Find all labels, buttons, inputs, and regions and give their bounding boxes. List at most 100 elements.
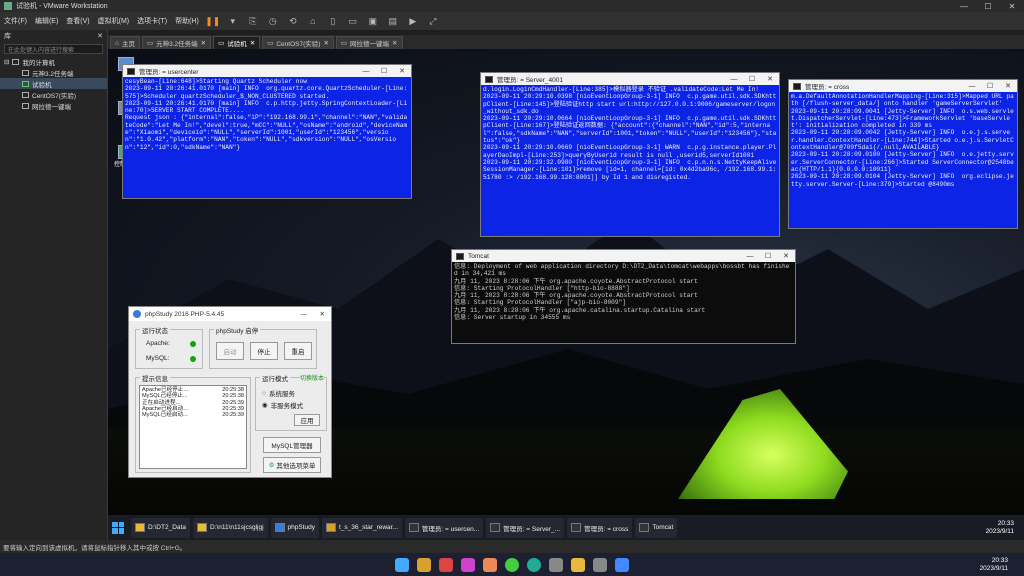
menu-help[interactable]: 帮助(H) (175, 16, 199, 26)
switch-version-link[interactable]: 切换版本 (299, 373, 324, 382)
console-titlebar[interactable]: 管理员: = Server_4001 — ☐ ✕ (481, 73, 779, 85)
minimize-button[interactable]: — (741, 250, 759, 262)
maximize-button[interactable]: ☐ (976, 0, 1000, 12)
windows-start-icon[interactable] (112, 521, 124, 534)
minimize-button[interactable]: — (952, 0, 976, 12)
thumbnail-icon[interactable]: ▭ (347, 15, 359, 27)
console-titlebar[interactable]: 管理员: = usercenter — ☐ ✕ (123, 65, 411, 77)
console-usercenter[interactable]: 管理员: = usercenter — ☐ ✕ cesyBean-[Line:648… (122, 64, 412, 199)
menu-tabs[interactable]: 选项卡(T) (137, 16, 167, 26)
restart-button[interactable]: 重启 (284, 342, 312, 360)
chrome-icon[interactable] (505, 557, 519, 572)
send-ctrl-alt-del-icon[interactable]: ⎘ (247, 15, 259, 27)
snapshot-icon[interactable]: ◷ (267, 15, 279, 27)
menu-vm[interactable]: 虚拟机(M) (98, 16, 130, 26)
taskbar-item-cross[interactable]: 管理员: = cross (567, 517, 633, 538)
taskbar-item-explorer1[interactable]: D:\DT2_Data (131, 517, 190, 538)
console-titlebar[interactable]: 管理员: = cross — ☐ ✕ (789, 80, 1017, 92)
close-icon[interactable]: ✕ (323, 39, 328, 47)
taskbar-item-explorer2[interactable]: D:\n11\n11sjcsgljgj (192, 517, 268, 538)
collapse-icon[interactable]: ⊟ (4, 58, 9, 66)
minimize-button[interactable]: — (357, 65, 375, 77)
close-button[interactable]: ✕ (393, 65, 411, 77)
fullscreen-icon[interactable]: ▣ (367, 15, 379, 27)
close-button[interactable]: ✕ (761, 73, 779, 85)
sidebar-item-vm1[interactable]: 元神3.2任务端 (0, 67, 107, 78)
maximize-button[interactable]: ☐ (375, 65, 393, 77)
console-server[interactable]: 管理员: = Server_4001 — ☐ ✕ d.login.LoginCmdH… (480, 72, 780, 237)
log-list[interactable]: Apache已经停止... 20:25:38 MySQL已经停止... 20:25:… (139, 385, 247, 469)
mode-nonservice-radio[interactable]: ◉ 非服务模式 (262, 400, 303, 410)
stretch-icon[interactable]: ⤢ (427, 15, 439, 27)
tab-vm1[interactable]: ▭ 元神3.2任务端 ✕ (141, 36, 212, 49)
guest-clock[interactable]: 20:33 2023/9/11 (986, 520, 1014, 535)
menu-edit[interactable]: 编辑(E) (35, 16, 58, 26)
minimize-button[interactable]: — (301, 311, 308, 318)
mysql-manager-button[interactable]: MySQL管理器 (263, 437, 321, 453)
tab-label: 主页 (121, 41, 135, 48)
app-icon[interactable] (461, 557, 475, 572)
edge-icon[interactable] (527, 557, 541, 572)
close-icon[interactable]: ✕ (97, 32, 103, 40)
mode-system-radio[interactable]: ○ 系统服务 (262, 388, 295, 399)
close-icon[interactable]: ✕ (250, 39, 255, 47)
maximize-button[interactable]: ☐ (759, 250, 777, 262)
minimize-button[interactable]: — (963, 80, 981, 92)
folder-icon[interactable] (571, 557, 585, 572)
sidebar-toggle-icon[interactable]: ▯ (327, 15, 339, 27)
dropdown-icon[interactable]: ▾ (227, 15, 239, 27)
guest-desktop[interactable]: 控制面板 管理员: = usercenter —☐✕ cesyBean-[Lin… (108, 49, 1024, 515)
stop-button[interactable]: 停止 (250, 342, 278, 360)
vm-icon: ▭ (340, 40, 348, 47)
vmware-logo-icon (4, 2, 12, 10)
close-icon[interactable]: ✕ (392, 39, 397, 47)
console-titlebar[interactable]: Tomcat — ☐ ✕ (452, 250, 795, 262)
radio-label: 系统服务 (268, 391, 295, 398)
unity-icon[interactable]: ▤ (387, 15, 399, 27)
phpstudy-titlebar[interactable]: phpStudy 2016 PHP-5.4.45 — ✕ (129, 307, 331, 321)
tab-home[interactable]: ⌂ 主页 (110, 36, 140, 49)
snapshot-restore-icon[interactable]: ⟲ (287, 15, 299, 27)
app-icon[interactable] (483, 557, 497, 572)
taskbar-item-phpstudy[interactable]: phpStudy (270, 517, 319, 538)
close-button[interactable]: ✕ (320, 310, 325, 318)
taskbar-item-server[interactable]: 管理员: = Server_... (486, 517, 565, 538)
search-icon[interactable] (417, 557, 431, 572)
taskbar-item-usercenter[interactable]: 管理员: = usercen... (404, 517, 484, 538)
close-icon[interactable]: ✕ (201, 39, 206, 47)
app-icon[interactable] (615, 557, 629, 572)
sidebar-item-vm3[interactable]: CentOS7(实验) (0, 89, 107, 100)
menu-view[interactable]: 查看(V) (66, 16, 89, 26)
cmd-icon (127, 67, 135, 75)
snapshot-manager-icon[interactable]: ⌂ (307, 15, 319, 27)
tab-vm4[interactable]: ▭ 网拉德一键端 ✕ (335, 36, 403, 49)
sidebar-item-vm2[interactable]: 试验机 (0, 78, 107, 89)
other-options-button[interactable]: ⚙ 其他选项菜单 (263, 457, 321, 473)
pause-icon[interactable]: ❚❚ (205, 15, 220, 27)
vmware-icon[interactable] (593, 557, 607, 572)
console-icon[interactable]: ▶ (407, 15, 419, 27)
app-icon[interactable] (549, 557, 563, 572)
sidebar-item-vm4[interactable]: 网拉德一键端 (0, 100, 107, 111)
close-button[interactable]: ✕ (999, 80, 1017, 92)
tab-vm3[interactable]: ▭ CentOS7(实验) ✕ (262, 36, 334, 49)
tree-root[interactable]: ⊟ 我的计算机 (0, 56, 107, 67)
menu-file[interactable]: 文件(F) (4, 16, 27, 26)
apply-button[interactable]: 应用 (294, 414, 320, 426)
close-button[interactable]: ✕ (777, 250, 795, 262)
close-button[interactable]: ✕ (1000, 0, 1024, 12)
maximize-button[interactable]: ☐ (743, 73, 761, 85)
host-clock[interactable]: 20:33 2023/9/11 (980, 557, 1008, 572)
app-icon[interactable] (439, 557, 453, 572)
taskbar-item-rewards[interactable]: t_s_36_star_rewar... (322, 517, 402, 538)
minimize-button[interactable]: — (725, 73, 743, 85)
maximize-button[interactable]: ☐ (981, 80, 999, 92)
taskbar-item-tomcat[interactable]: Tomcat (635, 517, 678, 538)
phpstudy-window[interactable]: phpStudy 2016 PHP-5.4.45 — ✕ 运行状态 Apache… (128, 306, 332, 478)
start-button[interactable]: 启动 (216, 342, 244, 360)
console-cross[interactable]: 管理员: = cross — ☐ ✕ m.a.DefaultAnnotationHa… (788, 79, 1018, 229)
library-search-input[interactable]: 在此处键入内容进行搜索 (4, 44, 103, 54)
windows-start-icon[interactable] (395, 557, 409, 572)
console-tomcat[interactable]: Tomcat — ☐ ✕ 信息: Deployment of web applica… (451, 249, 796, 344)
tab-vm2[interactable]: ▭ 试验机 ✕ (213, 36, 261, 49)
